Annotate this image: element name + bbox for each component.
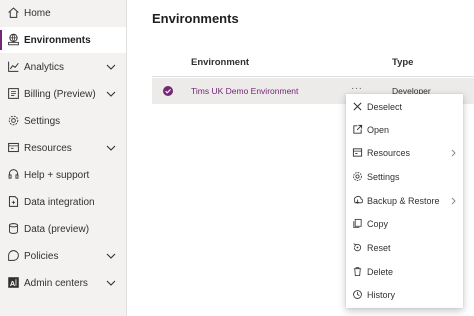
resources-icon [8,142,19,153]
sidebar-nav: Home Environments Analytics Billing (Pre… [0,0,127,316]
gear-icon [353,172,362,181]
menu-item-resources[interactable]: Resources [346,141,463,164]
backup-icon [353,195,363,204]
sidebar-item-label: Help + support [24,169,90,181]
sidebar-item-label: Home [24,7,51,19]
menu-item-label: Copy [367,218,389,229]
svg-text:A: A [10,279,16,288]
headset-icon [8,169,19,179]
menu-item-label: Settings [367,171,400,182]
data-integration-icon [8,196,19,207]
table-header-divider [152,76,474,77]
database-icon [8,223,19,234]
sidebar-item-help-support[interactable]: Help + support [0,162,126,188]
sidebar-item-data-integration[interactable]: Data integration [0,189,126,215]
close-icon [353,102,362,111]
menu-item-label: Reset [367,242,391,253]
resources-icon [352,148,363,157]
sidebar-item-label: Analytics [24,61,65,73]
sidebar-item-label: Data integration [24,196,95,208]
chevron-right-icon [451,149,456,157]
menu-item-history[interactable]: History [346,283,463,306]
chevron-down-icon[interactable] [106,143,116,153]
menu-item-settings[interactable]: Settings [346,165,463,188]
sidebar-item-label: Admin centers [24,277,88,289]
environments-icon [8,33,19,46]
chevron-down-icon[interactable] [106,89,116,99]
menu-item-label: Deselect [367,101,403,112]
sidebar-item-label: Settings [24,115,61,127]
context-menu: Deselect Open Resources Settings Backup … [346,94,463,308]
menu-item-label: Backup & Restore [367,195,440,206]
menu-item-backup-restore[interactable]: Backup & Restore [346,189,463,212]
home-icon [8,7,19,18]
menu-item-label: Open [367,124,390,135]
sidebar-item-resources[interactable]: Resources [0,135,126,161]
chevron-down-icon[interactable] [106,62,116,72]
sidebar-item-label: Billing (Preview) [24,88,96,100]
reset-icon [353,243,362,252]
history-icon [353,290,362,299]
policies-icon [8,250,19,261]
menu-item-open[interactable]: Open [346,118,463,141]
column-header-type[interactable]: Type [392,57,413,68]
page-title: Environments [152,11,239,26]
billing-icon [8,88,19,99]
menu-item-label: History [367,289,396,300]
more-options-button[interactable]: ··· [351,83,363,94]
menu-item-delete[interactable]: Delete [346,260,463,283]
menu-item-reset[interactable]: Reset [346,236,463,259]
menu-item-copy[interactable]: Copy [346,212,463,235]
menu-item-label: Resources [367,147,411,158]
sidebar-item-label: Policies [24,250,59,262]
environment-name-link[interactable]: Tims UK Demo Environment [191,86,298,96]
sidebar-item-billing[interactable]: Billing (Preview) [0,81,126,107]
chevron-right-icon [451,197,456,205]
analytics-icon [8,61,19,72]
delete-icon [353,267,362,277]
sidebar-item-settings[interactable]: Settings [0,108,126,134]
chevron-down-icon[interactable] [106,278,116,288]
sidebar-item-label: Environments [24,34,91,46]
sidebar-item-data-preview[interactable]: Data (preview) [0,216,126,242]
menu-item-label: Delete [367,266,394,277]
sidebar-item-label: Data (preview) [24,223,90,235]
open-icon [353,124,363,134]
admin-centers-icon: A [8,277,19,288]
sidebar-item-home[interactable]: Home [0,0,126,26]
copy-icon [353,218,362,229]
row-selected-check-icon[interactable] [163,86,173,96]
menu-item-deselect[interactable]: Deselect [346,95,463,118]
sidebar-item-admin-centers[interactable]: A Admin centers [0,270,126,296]
sidebar-item-analytics[interactable]: Analytics [0,54,126,80]
sidebar-item-environments[interactable]: Environments [0,27,126,53]
sidebar-item-policies[interactable]: Policies [0,243,126,269]
gear-icon [8,115,19,126]
sidebar-item-label: Resources [24,142,72,154]
chevron-down-icon[interactable] [106,251,116,261]
column-header-environment[interactable]: Environment [191,57,249,68]
